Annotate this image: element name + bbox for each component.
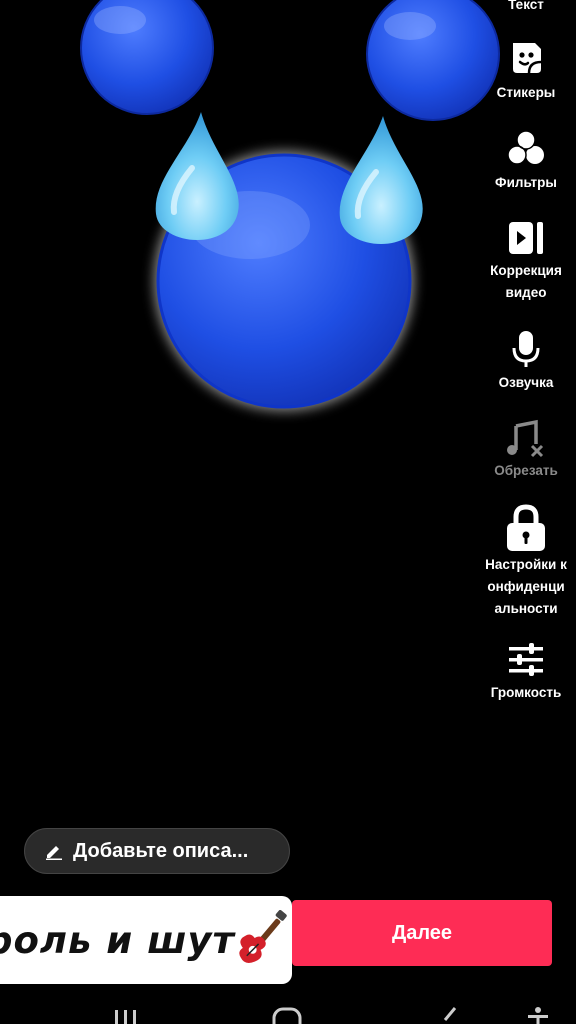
- tool-voiceover-label: Озвучка: [498, 375, 554, 390]
- microphone-icon: [512, 331, 540, 367]
- tool-stickers[interactable]: Стикеры: [476, 40, 576, 104]
- tool-privacy-settings-label: Настройки конфиденциальности: [485, 557, 567, 616]
- sticker-icon: [513, 43, 542, 74]
- add-description-placeholder: Добавьте описа...: [73, 839, 249, 862]
- tool-text[interactable]: Текст: [476, 0, 576, 16]
- volume-sliders-icon: [509, 643, 543, 676]
- next-button[interactable]: Далее: [292, 900, 552, 966]
- accessibility-icon[interactable]: [528, 1007, 548, 1024]
- system-navigation-bar: [115, 1007, 548, 1024]
- water-drop-right: [339, 116, 423, 245]
- tool-text-label: Текст: [508, 0, 544, 12]
- tool-trim-label: Обрезать: [494, 463, 558, 478]
- tool-filters[interactable]: Фильтры: [476, 130, 576, 194]
- home-icon[interactable]: [272, 1007, 302, 1024]
- lock-icon: [507, 504, 545, 551]
- tool-volume-label: Громкость: [490, 685, 562, 700]
- tool-trim[interactable]: Обрезать: [476, 418, 576, 482]
- tool-volume[interactable]: Громкость: [476, 642, 576, 704]
- tool-filters-label: Фильтры: [495, 175, 557, 190]
- text-sticker-content: роль и шут: [0, 918, 235, 962]
- tool-video-correction-label: Коррекция видео: [490, 263, 562, 300]
- pencil-icon: [46, 846, 62, 860]
- editor-tools-sidebar: Текст Стикеры Фильтры Коррекция видео Оз…: [476, 0, 576, 720]
- tool-privacy-settings[interactable]: Настройки конфиденциальности: [476, 504, 576, 620]
- recent-apps-icon[interactable]: [115, 1010, 136, 1024]
- filters-icon: [507, 130, 544, 165]
- music-trim-icon: [507, 419, 544, 458]
- back-icon[interactable]: [443, 1007, 457, 1021]
- text-sticker[interactable]: роль и шут: [0, 896, 292, 984]
- add-description-field[interactable]: Добавьте описа...: [24, 828, 290, 874]
- video-correction-icon: [509, 222, 543, 254]
- tool-voiceover[interactable]: Озвучка: [476, 330, 576, 394]
- water-drop-left: [155, 112, 239, 241]
- tool-video-correction[interactable]: Коррекция видео: [476, 220, 576, 304]
- guitar-icon: [239, 910, 287, 963]
- tool-stickers-label: Стикеры: [496, 85, 556, 100]
